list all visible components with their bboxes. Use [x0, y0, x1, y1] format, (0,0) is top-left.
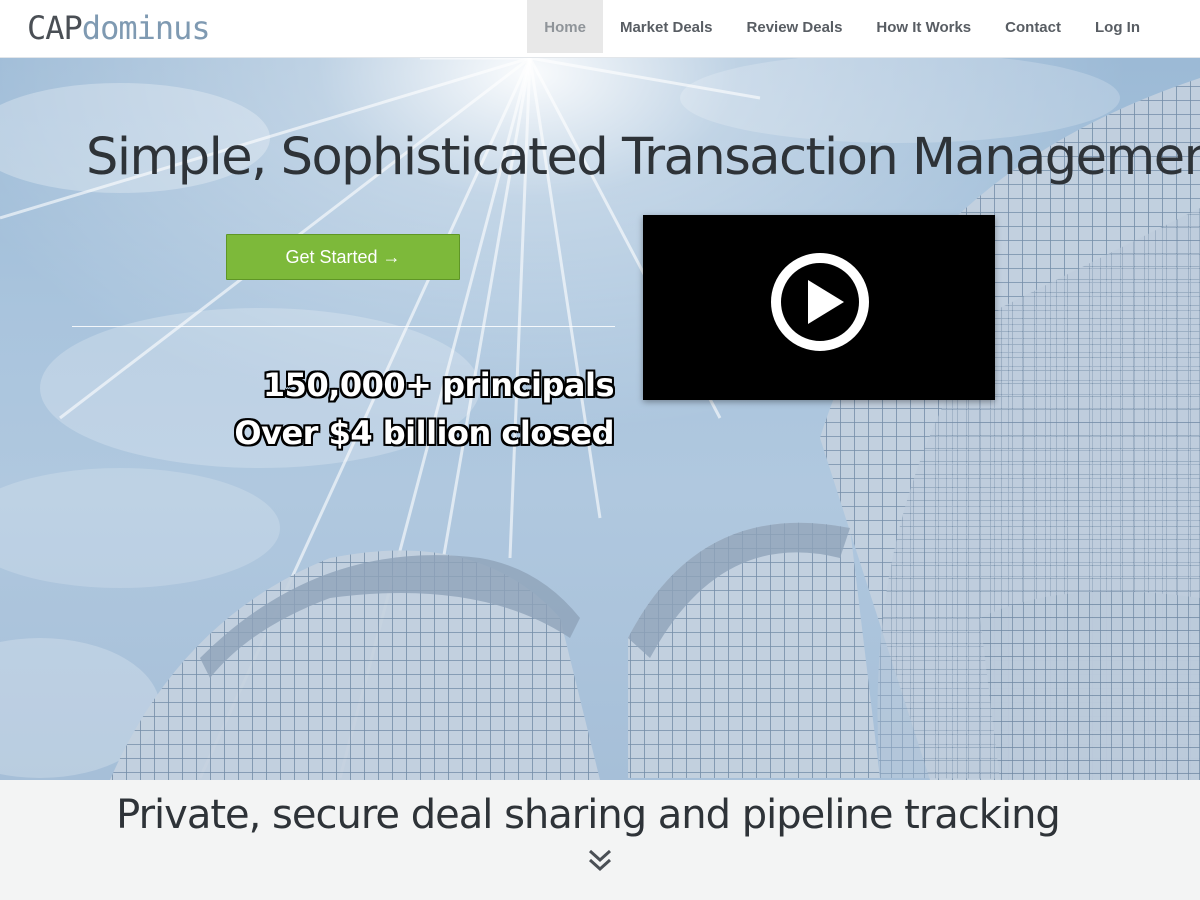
hero-section: Simple, Sophisticated Transaction Manage… — [0, 58, 1200, 780]
logo-cap: CAP — [27, 9, 83, 47]
video-player[interactable] — [643, 215, 995, 400]
site-header: CAPdominus Home Market Deals Review Deal… — [0, 0, 1200, 58]
nav-contact[interactable]: Contact — [988, 0, 1078, 53]
nav-home[interactable]: Home — [527, 0, 603, 53]
main-nav: Home Market Deals Review Deals How It Wo… — [527, 0, 1157, 53]
hero-divider — [72, 326, 615, 327]
double-chevron-down-icon[interactable] — [587, 848, 613, 874]
stat-closed: Over $4 billion closed — [234, 414, 614, 452]
tagline-band: Private, secure deal sharing and pipelin… — [0, 780, 1200, 900]
play-icon[interactable] — [770, 252, 870, 352]
logo-dominus: dominus — [81, 9, 211, 47]
stat-principals: 150,000+ principals — [262, 366, 615, 404]
nav-market-deals[interactable]: Market Deals — [603, 0, 730, 53]
logo[interactable]: CAPdominus — [27, 8, 211, 48]
hero-title: Simple, Sophisticated Transaction Manage… — [86, 128, 1200, 187]
nav-review-deals[interactable]: Review Deals — [730, 0, 860, 53]
get-started-button[interactable]: Get Started → — [226, 234, 460, 280]
nav-log-in[interactable]: Log In — [1078, 0, 1157, 53]
nav-how-it-works[interactable]: How It Works — [859, 0, 988, 53]
tagline: Private, secure deal sharing and pipelin… — [116, 792, 1061, 838]
